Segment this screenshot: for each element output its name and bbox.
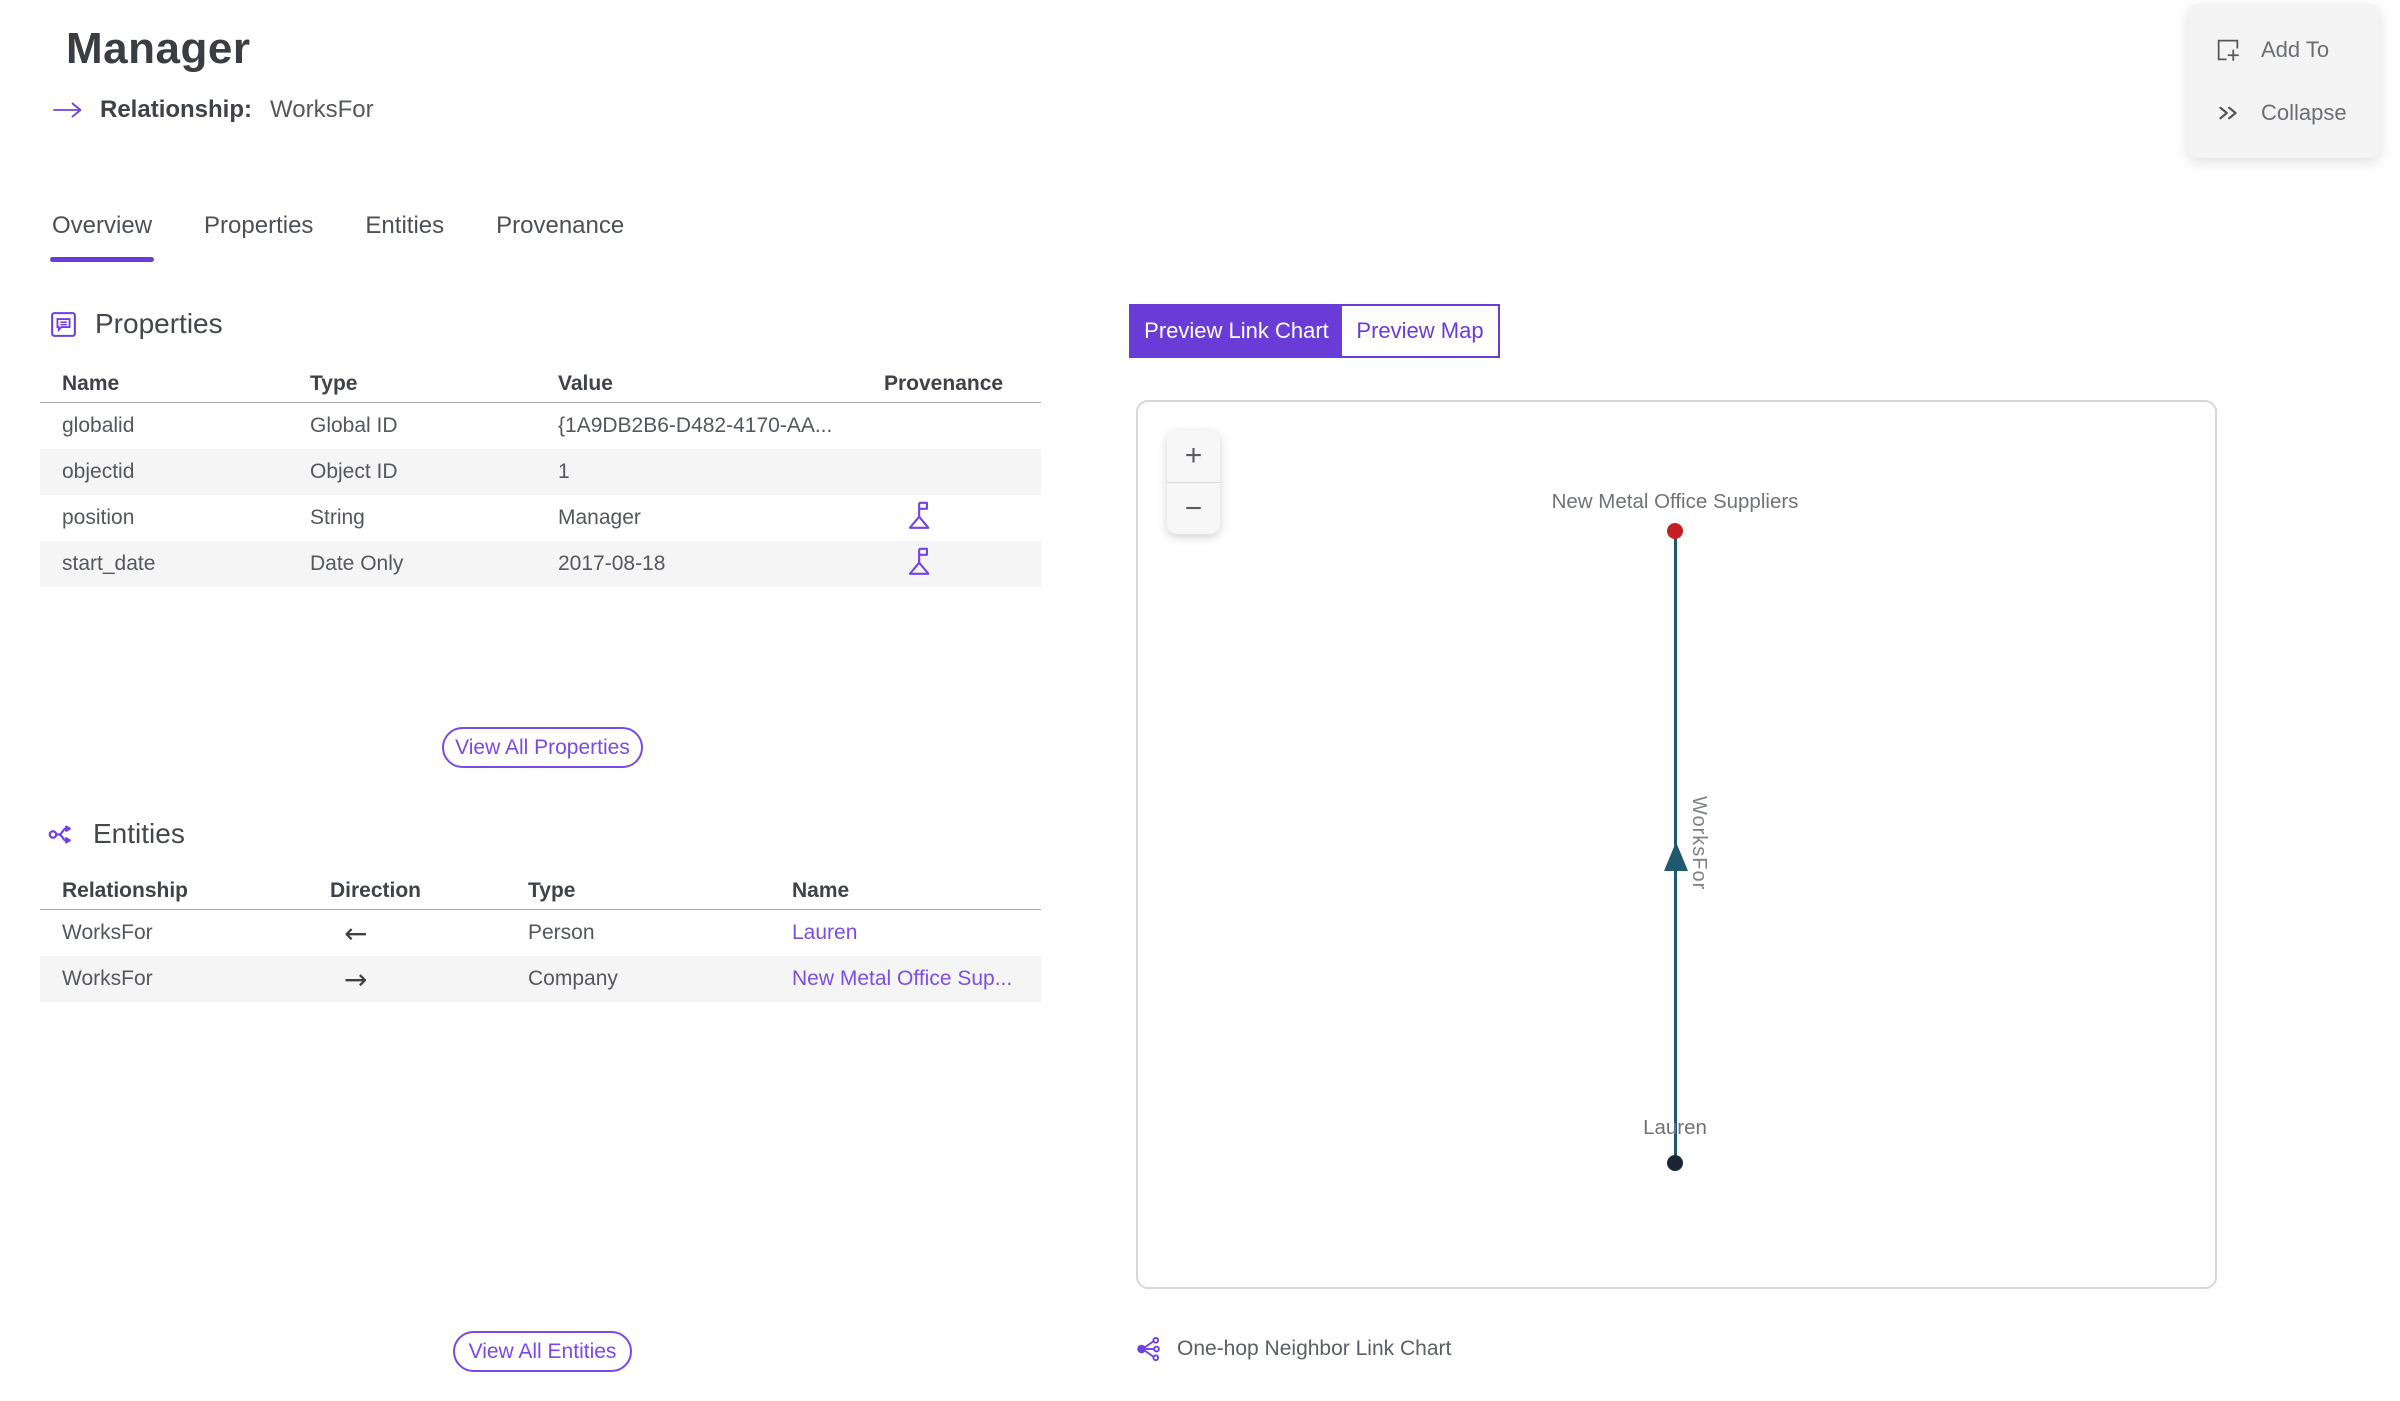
property-value: {1A9DB2B6-D482-4170-AA... xyxy=(558,414,833,437)
col-header-value: Value xyxy=(558,371,613,395)
view-all-entities-button[interactable]: View All Entities xyxy=(453,1331,632,1372)
relationship-subtitle: Relationship: WorksFor xyxy=(52,96,374,124)
edge-arrowhead-icon xyxy=(1664,842,1688,871)
collapse-button[interactable]: Collapse xyxy=(2188,99,2380,127)
add-to-icon xyxy=(2214,36,2242,64)
col-header-type: Type xyxy=(528,878,576,902)
properties-form-icon xyxy=(48,309,79,340)
relationship-label: Relationship: xyxy=(100,96,253,123)
table-row: WorksFor → Company New Metal Office Sup.… xyxy=(40,956,1041,1002)
entities-section-title: Entities xyxy=(93,818,185,849)
tab-entities[interactable]: Entities xyxy=(365,212,444,262)
property-type: Global ID xyxy=(310,414,398,437)
entities-graph-icon xyxy=(46,819,77,850)
property-name: objectid xyxy=(62,460,135,483)
relationship-value: WorksFor xyxy=(270,96,374,123)
col-header-name: Name xyxy=(792,878,850,902)
properties-section-header: Properties xyxy=(48,308,223,340)
entity-type: Person xyxy=(528,921,595,944)
entity-type: Company xyxy=(528,967,618,990)
one-hop-network-icon xyxy=(1133,1334,1163,1364)
add-to-label: Add To xyxy=(2261,36,2330,62)
properties-table: Name Type Value Provenance globalid Glob… xyxy=(40,365,1041,587)
entity-name-link[interactable]: Lauren xyxy=(792,921,857,944)
property-name: start_date xyxy=(62,552,156,575)
entities-table-header: Relationship Direction Type Name xyxy=(40,872,1041,910)
relationship-detail-page: Manager Relationship: WorksFor Overview … xyxy=(0,0,2400,1401)
relationship-arrow-icon xyxy=(52,101,84,119)
node-label: New Metal Office Suppliers xyxy=(1551,490,1799,513)
double-chevron-right-icon xyxy=(2214,99,2242,127)
entity-name-link[interactable]: New Metal Office Sup... xyxy=(792,967,1012,990)
zoom-out-button[interactable]: − xyxy=(1167,482,1220,534)
entities-table: Relationship Direction Type Name WorksFo… xyxy=(40,872,1041,1002)
property-value: 2017-08-18 xyxy=(558,552,666,575)
table-row: position String Manager xyxy=(40,495,1041,541)
property-value: Manager xyxy=(558,506,641,529)
table-row: start_date Date Only 2017-08-18 xyxy=(40,541,1041,587)
property-type: Date Only xyxy=(310,552,404,575)
table-row: objectid Object ID 1 xyxy=(40,449,1041,495)
view-all-properties-button[interactable]: View All Properties xyxy=(442,727,643,768)
col-header-direction: Direction xyxy=(330,878,422,902)
tab-properties[interactable]: Properties xyxy=(204,212,313,262)
zoom-control: + − xyxy=(1167,430,1220,534)
col-header-relationship: Relationship xyxy=(62,878,189,902)
link-chart-canvas[interactable]: + − WorksFor New Metal Office Suppliers … xyxy=(1136,400,2217,1289)
col-header-name: Name xyxy=(62,371,120,395)
table-row: WorksFor ← Person Lauren xyxy=(40,910,1041,956)
property-type: Object ID xyxy=(310,460,398,483)
chart-caption: One-hop Neighbor Link Chart xyxy=(1133,1334,1451,1364)
page-title: Manager xyxy=(66,24,251,73)
tab-overview[interactable]: Overview xyxy=(49,212,155,262)
edge-label: WorksFor xyxy=(1688,796,1710,891)
properties-section-title: Properties xyxy=(95,308,223,339)
direction-arrow-left-icon: ← xyxy=(344,916,368,950)
entities-section-header: Entities xyxy=(46,818,185,850)
property-name: globalid xyxy=(62,414,135,437)
add-to-button[interactable]: Add To xyxy=(2188,36,2380,64)
node-person[interactable] xyxy=(1667,1155,1683,1171)
tab-provenance[interactable]: Provenance xyxy=(496,212,624,262)
node-company[interactable] xyxy=(1667,523,1683,539)
property-type: String xyxy=(310,506,365,529)
preview-link-chart-button[interactable]: Preview Link Chart xyxy=(1131,306,1342,356)
node-label: Lauren xyxy=(1643,1116,1707,1139)
collapse-label: Collapse xyxy=(2261,99,2347,125)
provenance-flag-icon[interactable] xyxy=(902,496,940,534)
direction-arrow-right-icon: → xyxy=(344,962,368,996)
entity-relationship: WorksFor xyxy=(62,967,153,990)
zoom-in-button[interactable]: + xyxy=(1167,430,1220,482)
actions-panel: Add To Collapse xyxy=(2188,4,2380,158)
detail-tabs: Overview Properties Entities Provenance xyxy=(49,212,624,262)
table-row: globalid Global ID {1A9DB2B6-D482-4170-A… xyxy=(40,403,1041,449)
preview-toggle: Preview Link Chart Preview Map xyxy=(1129,304,1500,358)
property-provenance xyxy=(884,496,1041,540)
col-header-provenance: Provenance xyxy=(884,371,1004,395)
property-provenance xyxy=(884,542,1041,586)
property-name: position xyxy=(62,506,135,529)
property-value: 1 xyxy=(558,460,570,483)
col-header-type: Type xyxy=(310,371,358,395)
chart-caption-text: One-hop Neighbor Link Chart xyxy=(1177,1337,1452,1360)
properties-table-header: Name Type Value Provenance xyxy=(40,365,1041,403)
entity-relationship: WorksFor xyxy=(62,921,153,944)
provenance-flag-icon[interactable] xyxy=(902,542,940,580)
preview-map-button[interactable]: Preview Map xyxy=(1342,306,1498,356)
